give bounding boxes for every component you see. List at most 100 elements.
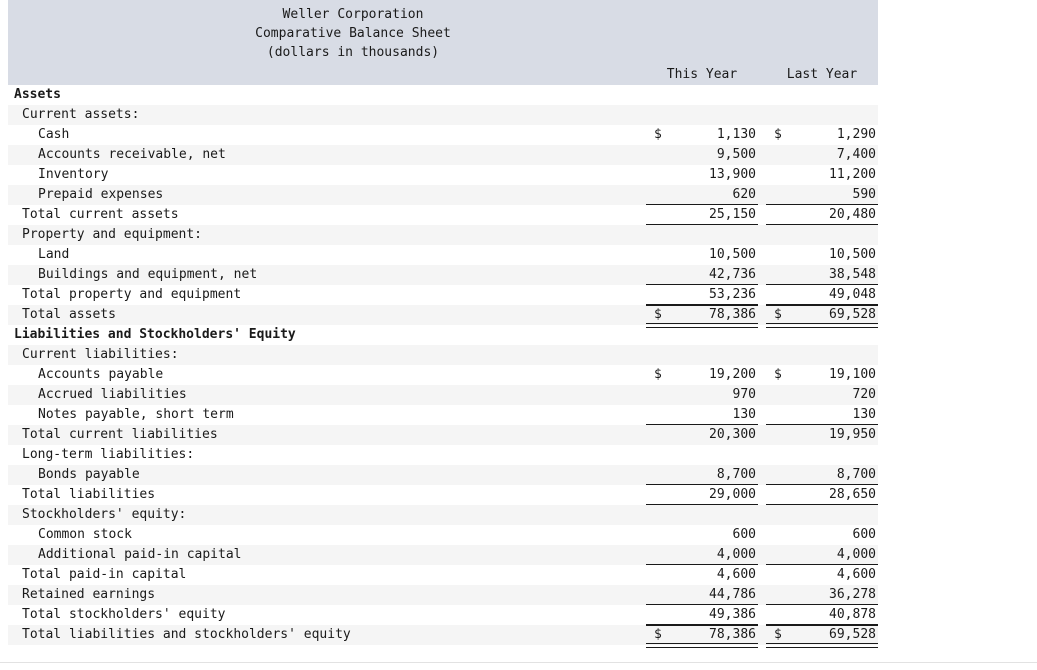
row-label: Liabilities and Stockholders' Equity xyxy=(14,327,296,342)
amount xyxy=(646,325,758,345)
value-this-year: 4,000 xyxy=(646,545,758,565)
table-row: Total property and equipment 53,236 49,048 xyxy=(8,285,878,305)
table-row: Inventory 13,900 11,200 xyxy=(8,165,878,185)
statement-header: Weller Corporation Comparative Balance S… xyxy=(8,0,878,85)
value-this-year xyxy=(646,105,758,125)
amount: 29,000 xyxy=(709,487,756,502)
column-header-row: This Year Last Year xyxy=(8,62,878,85)
amount: 1,290 xyxy=(836,127,876,142)
row-label: Total assets xyxy=(22,307,116,322)
amount: 600 xyxy=(732,527,756,542)
amount: 49,386 xyxy=(709,607,756,622)
amount: 44,786 xyxy=(709,587,756,602)
amount: 10,500 xyxy=(829,247,876,262)
amount: 1,130 xyxy=(716,127,756,142)
table-row: Property and equipment: xyxy=(8,225,878,245)
value-this-year: 29,000 xyxy=(646,485,758,505)
value-last-year: 8,700 xyxy=(766,465,878,485)
row-label: Total property and equipment xyxy=(22,287,242,302)
value-last-year xyxy=(766,505,878,525)
column-header-last-year: Last Year xyxy=(786,67,858,82)
table-row: Notes payable, short term 130 130 xyxy=(8,405,878,425)
amount: 4,000 xyxy=(716,547,756,562)
amount: 130 xyxy=(852,407,876,422)
value-this-year: $19,200 xyxy=(646,365,758,385)
value-last-year: 40,878 xyxy=(766,605,878,625)
value-last-year: 11,200 xyxy=(766,165,878,185)
amount: 42,736 xyxy=(709,267,756,282)
amount: 590 xyxy=(852,187,876,202)
amount: 20,480 xyxy=(829,207,876,222)
amount: 25,150 xyxy=(709,207,756,222)
row-label: Long-term liabilities: xyxy=(22,447,195,462)
row-label: Total paid-in capital xyxy=(22,567,187,582)
value-last-year: 600 xyxy=(766,525,878,545)
value-last-year: 49,048 xyxy=(766,285,878,305)
amount xyxy=(646,85,758,105)
row-label: Total current assets xyxy=(22,207,179,222)
row-label: Accrued liabilities xyxy=(38,387,187,402)
amount xyxy=(766,445,878,465)
table-row: Cash $1,130 $1,290 xyxy=(8,125,878,145)
table-row: Accounts receivable, net 9,500 7,400 xyxy=(8,145,878,165)
amount: 4,600 xyxy=(716,567,756,582)
currency-symbol: $ xyxy=(774,627,782,642)
row-label: Prepaid expenses xyxy=(38,187,164,202)
amount: 600 xyxy=(852,527,876,542)
value-this-year: 42,736 xyxy=(646,265,758,285)
row-label: Accounts receivable, net xyxy=(38,147,226,162)
table-row: Total current assets 25,150 20,480 xyxy=(8,205,878,225)
balance-sheet-rows: Assets Current assets: Cash $1,130 $1,290 Acc… xyxy=(8,85,878,648)
table-row: Long-term liabilities: xyxy=(8,445,878,465)
amount: 19,950 xyxy=(829,427,876,442)
value-this-year: $1,130 xyxy=(646,125,758,145)
amount xyxy=(766,85,878,105)
amount: 69,528 xyxy=(829,307,876,322)
column-header-this-year: This Year xyxy=(666,67,738,82)
value-last-year: 36,278 xyxy=(766,585,878,605)
value-this-year xyxy=(646,505,758,525)
row-label: Total liabilities xyxy=(22,487,156,502)
value-this-year: 620 xyxy=(646,185,758,205)
value-last-year xyxy=(766,105,878,125)
table-row: Bonds payable 8,700 8,700 xyxy=(8,465,878,485)
row-label: Land xyxy=(38,247,70,262)
table-row: Total liabilities and stockholders' equi… xyxy=(8,625,878,648)
value-this-year: 10,500 xyxy=(646,245,758,265)
value-this-year: 20,300 xyxy=(646,425,758,445)
value-last-year: 130 xyxy=(766,405,878,425)
amount xyxy=(646,345,758,365)
value-this-year: 49,386 xyxy=(646,605,758,625)
value-last-year: $1,290 xyxy=(766,125,878,145)
table-row: Prepaid expenses 620 590 xyxy=(8,185,878,205)
currency-symbol: $ xyxy=(654,627,662,642)
amount: 28,650 xyxy=(829,487,876,502)
statement-units: (dollars in thousands) xyxy=(266,45,440,60)
amount xyxy=(766,345,878,365)
amount: 40,878 xyxy=(829,607,876,622)
table-row: Assets xyxy=(8,85,878,105)
value-this-year: 53,236 xyxy=(646,285,758,305)
value-last-year: $69,528 xyxy=(766,305,878,328)
amount xyxy=(646,225,758,245)
value-last-year xyxy=(766,225,878,245)
amount: 10,500 xyxy=(709,247,756,262)
company-name: Weller Corporation xyxy=(282,7,424,22)
value-last-year: 7,400 xyxy=(766,145,878,165)
table-row: Liabilities and Stockholders' Equity xyxy=(8,325,878,345)
currency-symbol: $ xyxy=(774,127,782,142)
amount xyxy=(766,225,878,245)
statement-title: Comparative Balance Sheet xyxy=(255,26,451,41)
amount: 8,700 xyxy=(836,467,876,482)
currency-symbol: $ xyxy=(654,307,662,322)
row-label: Bonds payable xyxy=(38,467,140,482)
table-tail-gap xyxy=(8,645,878,667)
table-row: Common stock 600 600 xyxy=(8,525,878,545)
value-last-year: 590 xyxy=(766,185,878,205)
value-last-year xyxy=(766,345,878,365)
value-last-year: 38,548 xyxy=(766,265,878,285)
table-row: Total liabilities 29,000 28,650 xyxy=(8,485,878,505)
column-header-spacer xyxy=(8,64,646,85)
amount: 78,386 xyxy=(709,627,756,642)
value-this-year: $78,386 xyxy=(646,625,758,648)
